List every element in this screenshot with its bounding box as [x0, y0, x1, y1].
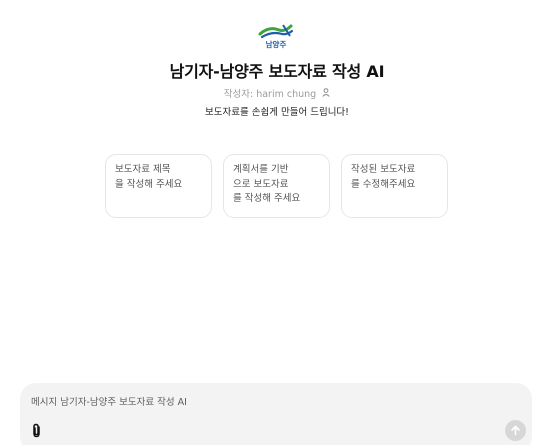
suggestion-cards: 보도자료 제목 을 작성해 주세요 계획서를 기반 으로 보도자료 를 작성해 …: [105, 154, 448, 218]
gpt-description: 보도자료를 손쉽게 만들어 드립니다!: [205, 107, 349, 118]
gpt-logo: 남양주: [257, 22, 295, 50]
person-icon: [322, 88, 330, 100]
suggestion-card[interactable]: 작성된 보도자료 를 수정해주세요: [341, 154, 448, 218]
message-input[interactable]: 메시지 남기자-남양주 보도자료 작성 AI: [31, 394, 187, 408]
author-name[interactable]: harim chung: [256, 89, 316, 100]
author-line: 작성자: harim chung: [0, 86, 554, 100]
suggestion-line: 를 수정해주세요: [351, 178, 416, 190]
message-composer[interactable]: 메시지 남기자-남양주 보도자료 작성 AI: [20, 383, 532, 445]
author-label: 작성자:: [223, 89, 254, 100]
svg-text:남양주: 남양주: [266, 39, 287, 49]
suggestion-card[interactable]: 계획서를 기반 으로 보도자료 를 작성해 주세요: [223, 154, 330, 218]
suggestion-line: 보도자료 제목: [115, 164, 171, 175]
gpt-title: 남기자-남양주 보도자료 작성 AI: [169, 62, 385, 81]
suggestion-line: 을 작성해 주세요: [115, 178, 183, 190]
suggestion-card[interactable]: 보도자료 제목 을 작성해 주세요: [105, 154, 212, 218]
suggestion-line: 으로 보도자료: [233, 178, 289, 190]
suggestion-line: 계획서를 기반: [233, 164, 289, 175]
send-button[interactable]: [505, 420, 526, 441]
suggestion-line: 작성된 보도자료: [351, 164, 416, 175]
paperclip-icon[interactable]: [30, 423, 43, 438]
suggestion-line: 를 작성해 주세요: [233, 193, 301, 204]
arrow-up-icon: [511, 425, 520, 436]
